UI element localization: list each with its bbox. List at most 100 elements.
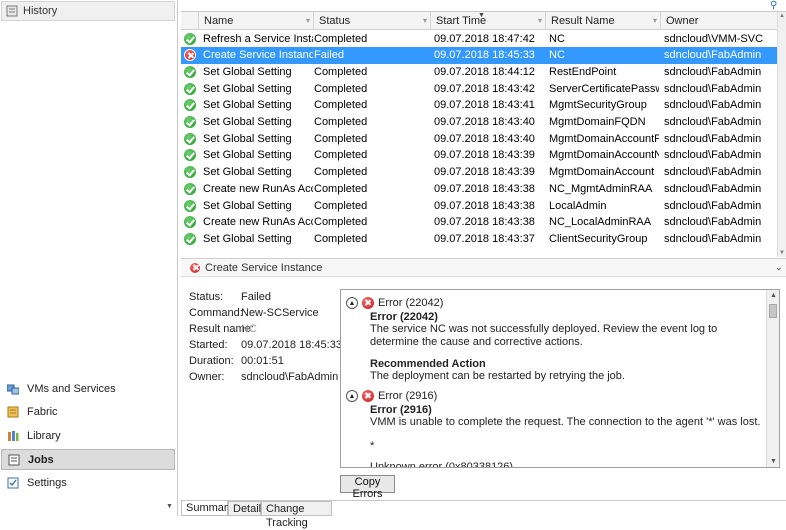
cell-owner: sdncloud\FabAdmin <box>664 82 762 95</box>
cell-status: Completed <box>314 166 368 179</box>
scroll-down-icon[interactable]: ▼ <box>770 458 777 465</box>
cell-status: Completed <box>314 216 368 229</box>
completed-status-icon <box>184 216 196 229</box>
nav-label: Library <box>27 429 61 442</box>
cell-result: NC_LocalAdminRAA <box>549 216 652 229</box>
table-row[interactable]: Refresh a Service InstanceCompleted 09.07… <box>181 31 777 48</box>
completed-status-icon <box>184 182 196 195</box>
cell-status: Completed <box>314 182 368 195</box>
fabric-icon <box>7 406 19 417</box>
scroll-down-icon[interactable]: ▼ <box>779 250 785 256</box>
cell-start: 09.07.2018 18:43:38 <box>434 182 535 195</box>
details-title-text: Create Service Instance <box>205 261 323 274</box>
column-header-result-name[interactable]: Result Name ▾ <box>545 12 660 30</box>
column-header-label: Name <box>204 15 234 27</box>
cell-status: Completed <box>314 99 368 112</box>
nav-jobs[interactable]: Jobs <box>1 449 175 470</box>
table-row[interactable]: Set Global Setting Completed 09.07.2018 18… <box>181 114 777 131</box>
table-row[interactable]: Set Global Setting Completed 09.07.2018 18… <box>181 198 777 215</box>
cell-start: 09.07.2018 18:43:39 <box>434 166 535 179</box>
cell-start: 09.07.2018 18:43:38 <box>434 199 535 212</box>
search-icon[interactable]: ⚲ <box>770 0 782 11</box>
nav-label: Jobs <box>28 453 54 466</box>
completed-status-icon <box>184 65 196 78</box>
tab-details[interactable]: Details <box>228 501 267 516</box>
nav-vms-and-services[interactable]: VMs and Services <box>1 378 175 399</box>
cell-result: NC <box>549 49 565 62</box>
error-extra: * <box>370 440 375 452</box>
scroll-up-icon[interactable]: ▲ <box>779 13 785 19</box>
cell-status: Completed <box>314 32 368 45</box>
scroll-up-icon[interactable]: ▲ <box>770 292 777 299</box>
cell-start: 09.07.2018 18:43:41 <box>434 99 535 112</box>
property-value: 09.07.2018 18:45:33 <box>241 339 342 351</box>
cell-owner: sdncloud\FabAdmin <box>664 99 762 112</box>
cell-name: Set Global Setting <box>203 116 292 128</box>
nav-fabric[interactable]: Fabric <box>1 401 175 422</box>
chevron-down-icon[interactable]: ⌄ <box>775 262 783 273</box>
table-row[interactable]: Set Global Setting Completed 09.07.2018 18… <box>181 81 777 98</box>
error-header-text: Error (22042) <box>378 297 444 309</box>
cell-start: 09.07.2018 18:45:33 <box>434 49 535 62</box>
nav-label: Settings <box>27 476 67 489</box>
table-row[interactable]: Create Service Instance Failed 09.07.2018 … <box>181 47 777 64</box>
nav-label: VMs and Services <box>27 382 116 395</box>
jobs-icon <box>8 454 20 465</box>
completed-status-icon <box>184 166 196 179</box>
cell-name: Create Service Instance <box>203 49 313 62</box>
history-section[interactable]: History <box>1 1 175 21</box>
table-row[interactable]: Set Global Setting Completed 09.07.2018 18… <box>181 131 777 148</box>
table-row[interactable]: Set Global Setting Completed 09.07.2018 18… <box>181 97 777 114</box>
scroll-thumb[interactable] <box>769 304 777 318</box>
cell-status: Completed <box>314 132 368 145</box>
tab-summary[interactable]: Summary <box>181 501 233 516</box>
scroll-down-icon[interactable]: ▼ <box>166 503 176 513</box>
property-label: Owner: <box>189 371 225 383</box>
cell-start: 09.07.2018 18:47:42 <box>434 32 535 45</box>
cell-owner: sdncloud\FabAdmin <box>664 49 762 62</box>
table-row[interactable]: Create new RunAs AccountCompleted 09.07.2… <box>181 181 777 198</box>
cell-owner: sdncloud\VMM-SVC <box>664 32 764 45</box>
error-header-1[interactable]: ▲ Error (22042) <box>346 296 443 310</box>
collapse-icon[interactable]: ▲ <box>346 297 358 309</box>
nav-label: Fabric <box>27 405 58 418</box>
error-title: Error (22042) <box>370 311 438 323</box>
table-row[interactable]: Create new RunAs AccountCompleted 09.07.2… <box>181 214 777 231</box>
error-status-icon <box>189 261 201 274</box>
error-message: The service NC was not successfully depl… <box>370 323 718 348</box>
cell-result: ClientSecurityGroup <box>549 232 648 245</box>
table-row[interactable]: Set Global Setting Completed 09.07.2018 18… <box>181 64 777 81</box>
cell-name: Refresh a Service Instance <box>203 32 313 45</box>
history-label: History <box>23 5 58 17</box>
completed-status-icon <box>184 32 196 45</box>
vms-services-icon <box>7 384 19 394</box>
copy-errors-button[interactable]: Copy Errors <box>340 475 395 500</box>
table-row[interactable]: Set Global Setting Completed 09.07.2018 18… <box>181 164 777 181</box>
nav-library[interactable]: Library <box>1 425 175 446</box>
column-header-owner[interactable]: Owner <box>660 12 777 30</box>
details-pane-title: Create Service Instance <box>181 258 786 277</box>
cell-result: MgmtDomainAccountName <box>549 149 659 162</box>
cell-owner: sdncloud\FabAdmin <box>664 166 762 179</box>
tab-change-tracking[interactable]: Change Tracking <box>261 501 332 529</box>
cell-result: RestEndPoint <box>549 65 617 78</box>
cell-status: Completed <box>314 232 368 245</box>
history-icon <box>6 5 18 17</box>
column-header-status[interactable]: Status ▾ <box>313 12 430 30</box>
cell-name: Create new RunAs Account <box>203 182 313 195</box>
cell-start: 09.07.2018 18:44:12 <box>434 65 535 78</box>
table-row[interactable]: Set Global Setting Completed 09.07.2018 18… <box>181 147 777 164</box>
search-bar[interactable] <box>181 0 786 12</box>
property-value: sdncloud\FabAdmin <box>241 371 339 383</box>
nav-settings[interactable]: Settings <box>1 472 175 493</box>
cell-owner: sdncloud\FabAdmin <box>664 65 762 78</box>
column-header-name[interactable]: Name ▾ <box>198 12 313 30</box>
completed-status-icon <box>184 116 196 128</box>
column-header-start-time[interactable]: Start Time ▾ <box>430 12 545 30</box>
property-value: Failed <box>241 291 271 303</box>
collapse-icon[interactable]: ▲ <box>346 390 358 402</box>
grid-vertical-scrollbar[interactable]: ▲ ▼ <box>777 12 786 257</box>
error-box-scrollbar[interactable]: ▲ ▼ <box>766 290 779 467</box>
table-row[interactable]: Set Global Setting Completed 09.07.2018 18… <box>181 231 777 248</box>
error-header-2[interactable]: ▲ Error (2916) <box>346 389 437 403</box>
